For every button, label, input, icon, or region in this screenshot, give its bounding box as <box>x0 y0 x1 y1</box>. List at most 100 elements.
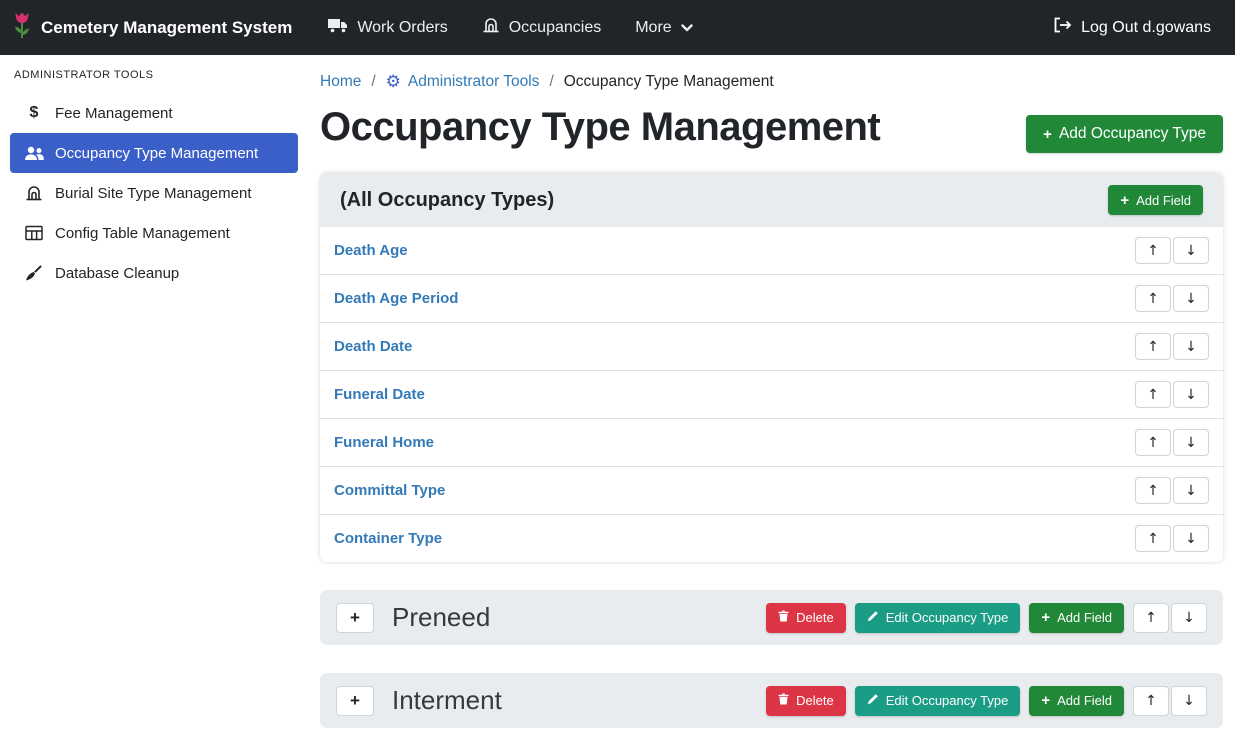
nav-occupancies[interactable]: Occupancies <box>468 8 616 47</box>
reorder-controls: ↑ ↓ <box>1135 381 1209 408</box>
breadcrumb-home[interactable]: Home <box>320 73 361 91</box>
move-up-button[interactable]: ↑ <box>1133 603 1169 633</box>
move-up-button[interactable]: ↑ <box>1135 525 1171 552</box>
field-row: Funeral Home ↑ ↓ <box>320 419 1223 467</box>
move-down-button[interactable]: ↓ <box>1171 603 1207 633</box>
breadcrumb-separator: / <box>549 73 553 91</box>
arrow-down-icon: ↓ <box>1185 484 1197 498</box>
add-field-button[interactable]: + Add Field <box>1108 185 1203 215</box>
sidebar-item-database-cleanup[interactable]: Database Cleanup <box>10 253 298 293</box>
move-down-button[interactable]: ↓ <box>1173 477 1209 504</box>
add-field-label: Add Field <box>1136 193 1191 208</box>
occupancy-type-sections: + Preneed Delete <box>320 590 1223 728</box>
reorder-controls: ↑ ↓ <box>1135 477 1209 504</box>
field-row: Container Type ↑ ↓ <box>320 515 1223 562</box>
move-up-button[interactable]: ↑ <box>1135 429 1171 456</box>
logout-link[interactable]: Log Out d.gowans <box>1053 17 1211 38</box>
flower-logo-icon <box>12 11 32 44</box>
add-field-button[interactable]: + Add Field <box>1029 603 1124 633</box>
move-up-button[interactable]: ↑ <box>1135 285 1171 312</box>
field-row: Death Date ↑ ↓ <box>320 323 1223 371</box>
dollar-icon: $ <box>24 104 44 122</box>
sidebar-item-burial-site-type-management[interactable]: Burial Site Type Management <box>10 173 298 213</box>
plus-icon: + <box>350 608 360 628</box>
move-up-button[interactable]: ↑ <box>1135 477 1171 504</box>
reorder-controls: ↑ ↓ <box>1135 285 1209 312</box>
page-title: Occupancy Type Management <box>320 105 880 150</box>
nav-links: Work Orders Occupancies More <box>314 8 706 47</box>
brand-link[interactable]: Cemetery Management System <box>12 11 292 44</box>
arrow-up-icon: ↑ <box>1147 436 1159 450</box>
field-row: Death Age ↑ ↓ <box>320 227 1223 275</box>
expand-button[interactable]: + <box>336 603 374 633</box>
field-link[interactable]: Death Age <box>334 242 408 259</box>
breadcrumb-current: Occupancy Type Management <box>564 73 774 91</box>
add-field-button[interactable]: + Add Field <box>1029 686 1124 716</box>
logout-icon <box>1053 17 1072 38</box>
delete-label: Delete <box>796 693 834 708</box>
plus-icon: + <box>350 691 360 711</box>
breadcrumb-separator: / <box>371 73 375 91</box>
sidebar-item-label: Database Cleanup <box>55 265 179 282</box>
move-down-button[interactable]: ↓ <box>1173 285 1209 312</box>
arrow-up-icon: ↑ <box>1145 694 1157 708</box>
move-down-button[interactable]: ↓ <box>1173 381 1209 408</box>
reorder-controls: ↑ ↓ <box>1135 525 1209 552</box>
field-link[interactable]: Funeral Date <box>334 386 425 403</box>
delete-button[interactable]: Delete <box>766 686 846 716</box>
field-row: Funeral Date ↑ ↓ <box>320 371 1223 419</box>
move-down-button[interactable]: ↓ <box>1171 686 1207 716</box>
reorder-controls: ↑ ↓ <box>1133 603 1207 633</box>
sidebar-item-fee-management[interactable]: $ Fee Management <box>10 93 298 133</box>
move-up-button[interactable]: ↑ <box>1135 381 1171 408</box>
expand-button[interactable]: + <box>336 686 374 716</box>
sidebar: ADMINISTRATOR TOOLS $ Fee Management Occ… <box>0 55 308 738</box>
nav-more[interactable]: More <box>621 11 706 45</box>
move-down-button[interactable]: ↓ <box>1173 237 1209 264</box>
delete-button[interactable]: Delete <box>766 603 846 633</box>
delete-label: Delete <box>796 610 834 625</box>
pencil-icon <box>867 693 879 708</box>
edit-occupancy-type-button[interactable]: Edit Occupancy Type <box>855 686 1021 716</box>
field-row: Death Age Period ↑ ↓ <box>320 275 1223 323</box>
reorder-controls: ↑ ↓ <box>1135 429 1209 456</box>
arrow-down-icon: ↓ <box>1185 532 1197 546</box>
sidebar-item-config-table-management[interactable]: Config Table Management <box>10 213 298 253</box>
nav-work-orders[interactable]: Work Orders <box>314 10 461 46</box>
sidebar-item-occupancy-type-management[interactable]: Occupancy Type Management <box>10 133 298 173</box>
arrow-up-icon: ↑ <box>1147 340 1159 354</box>
sidebar-item-label: Burial Site Type Management <box>55 185 252 202</box>
breadcrumb: Home / ⚙ Administrator Tools / Occupancy… <box>320 73 1223 91</box>
arrow-up-icon: ↑ <box>1145 611 1157 625</box>
breadcrumb-admin-tools[interactable]: Administrator Tools <box>408 73 540 91</box>
arrow-up-icon: ↑ <box>1147 388 1159 402</box>
plus-icon: + <box>1041 610 1050 625</box>
occupancy-type-section: + Interment Delete <box>320 673 1223 728</box>
edit-occupancy-type-label: Edit Occupancy Type <box>886 693 1009 708</box>
tombstone-icon <box>24 184 44 202</box>
occupancy-type-title: Interment <box>392 685 502 716</box>
field-link[interactable]: Committal Type <box>334 482 445 499</box>
plus-icon: + <box>1120 193 1129 208</box>
truck-icon <box>328 18 348 38</box>
move-down-button[interactable]: ↓ <box>1173 333 1209 360</box>
occupancy-type-section: + Preneed Delete <box>320 590 1223 645</box>
trash-icon <box>778 693 789 708</box>
move-up-button[interactable]: ↑ <box>1135 237 1171 264</box>
field-link[interactable]: Death Age Period <box>334 290 458 307</box>
arrow-down-icon: ↓ <box>1185 340 1197 354</box>
arrow-down-icon: ↓ <box>1185 292 1197 306</box>
move-up-button[interactable]: ↑ <box>1135 333 1171 360</box>
field-link[interactable]: Funeral Home <box>334 434 434 451</box>
move-down-button[interactable]: ↓ <box>1173 525 1209 552</box>
move-down-button[interactable]: ↓ <box>1173 429 1209 456</box>
move-up-button[interactable]: ↑ <box>1133 686 1169 716</box>
field-link[interactable]: Death Date <box>334 338 412 355</box>
edit-occupancy-type-button[interactable]: Edit Occupancy Type <box>855 603 1021 633</box>
table-icon <box>24 225 44 241</box>
add-occupancy-type-button[interactable]: + Add Occupancy Type <box>1026 115 1223 153</box>
card-title: (All Occupancy Types) <box>340 189 554 212</box>
logout-label: Log Out d.gowans <box>1081 19 1211 37</box>
add-occupancy-type-label: Add Occupancy Type <box>1059 125 1206 143</box>
field-link[interactable]: Container Type <box>334 530 442 547</box>
